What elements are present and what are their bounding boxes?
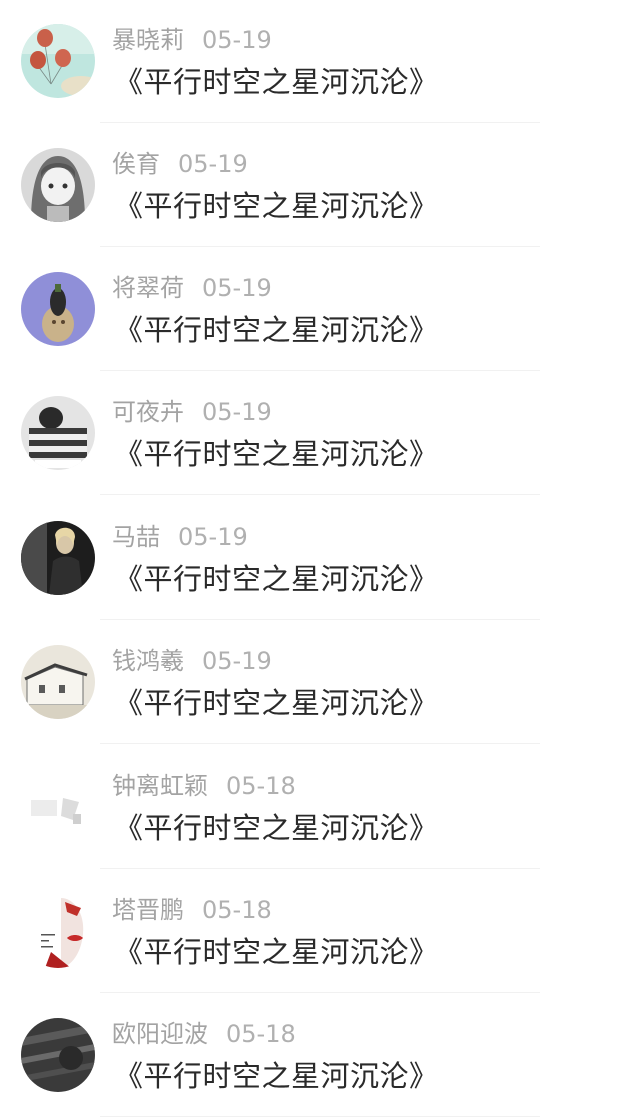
comment-title[interactable]: 《平行时空之星河沉沦》 xyxy=(114,559,439,599)
comment-meta: 欧阳迎波 05-18 xyxy=(112,1018,296,1050)
anime-girl-avatar-image xyxy=(21,148,95,222)
balloons-avatar-image xyxy=(21,24,95,98)
comment-date: 05-19 xyxy=(202,398,272,426)
comment-meta: 马喆 05-19 xyxy=(112,521,248,553)
comment-date: 05-19 xyxy=(178,150,248,178)
avatar[interactable] xyxy=(21,521,95,595)
divider xyxy=(100,122,540,123)
comment-date: 05-19 xyxy=(202,647,272,675)
red-lips-avatar-image xyxy=(21,894,95,968)
comment-title[interactable]: 《平行时空之星河沉沦》 xyxy=(114,310,439,350)
user-name[interactable]: 欧阳迎波 xyxy=(112,1018,208,1050)
comment-title[interactable]: 《平行时空之星河沉沦》 xyxy=(114,186,439,226)
comment-title[interactable]: 《平行时空之星河沉沦》 xyxy=(114,62,439,102)
user-name[interactable]: 俟育 xyxy=(112,148,160,180)
comment-date: 05-19 xyxy=(202,26,272,54)
eggplant-avatar-image xyxy=(21,272,95,346)
list-item[interactable]: 暴晓莉 05-19 《平行时空之星河沉沦》 xyxy=(0,0,640,124)
user-name[interactable]: 暴晓莉 xyxy=(112,24,184,56)
divider xyxy=(100,619,540,620)
comment-title[interactable]: 《平行时空之星河沉沦》 xyxy=(114,1056,439,1096)
user-name[interactable]: 可夜卉 xyxy=(112,396,184,428)
comment-meta: 暴晓莉 05-19 xyxy=(112,24,272,56)
list-item[interactable]: 马喆 05-19 《平行时空之星河沉沦》 xyxy=(0,497,640,621)
list-item[interactable]: 塔晋鹏 05-18 《平行时空之星河沉沦》 xyxy=(0,870,640,994)
avatar[interactable] xyxy=(21,894,95,968)
comment-title[interactable]: 《平行时空之星河沉沦》 xyxy=(114,683,439,723)
divider xyxy=(100,494,540,495)
avatar[interactable] xyxy=(21,24,95,98)
list-item[interactable]: 钟离虹颖 05-18 《平行时空之星河沉沦》 xyxy=(0,746,640,870)
dark-texture-avatar-image xyxy=(21,1018,95,1092)
comment-meta: 钱鸿羲 05-19 xyxy=(112,645,272,677)
comment-date: 05-18 xyxy=(202,896,272,924)
comment-title[interactable]: 《平行时空之星河沉沦》 xyxy=(114,932,439,972)
list-item[interactable]: 钱鸿羲 05-19 《平行时空之星河沉沦》 xyxy=(0,621,640,745)
list-item[interactable]: 将翠荷 05-19 《平行时空之星河沉沦》 xyxy=(0,248,640,372)
comment-meta: 可夜卉 05-19 xyxy=(112,396,272,428)
divider xyxy=(100,743,540,744)
comment-title[interactable]: 《平行时空之星河沉沦》 xyxy=(114,808,439,848)
comment-date: 05-18 xyxy=(226,772,296,800)
avatar[interactable] xyxy=(21,645,95,719)
list-item[interactable]: 欧阳迎波 05-18 《平行时空之星河沉沦》 xyxy=(0,994,640,1118)
dark-portrait-avatar-image xyxy=(21,521,95,595)
avatar[interactable] xyxy=(21,1018,95,1092)
comment-date: 05-18 xyxy=(226,1020,296,1048)
comment-meta: 俟育 05-19 xyxy=(112,148,248,180)
user-name[interactable]: 将翠荷 xyxy=(112,272,184,304)
comment-meta: 将翠荷 05-19 xyxy=(112,272,272,304)
light-abstract-avatar-image xyxy=(21,770,95,844)
comment-date: 05-19 xyxy=(178,523,248,551)
user-name[interactable]: 塔晋鹏 xyxy=(112,894,184,926)
avatar[interactable] xyxy=(21,272,95,346)
list-item[interactable]: 俟育 05-19 《平行时空之星河沉沦》 xyxy=(0,124,640,248)
user-name[interactable]: 钟离虹颖 xyxy=(112,770,208,802)
comment-title[interactable]: 《平行时空之星河沉沦》 xyxy=(114,434,439,474)
building-avatar-image xyxy=(21,645,95,719)
comment-meta: 塔晋鹏 05-18 xyxy=(112,894,272,926)
comment-list: 暴晓莉 05-19 《平行时空之星河沉沦》 俟育 05-19 《平行时空之星河沉沦》 xyxy=(0,0,640,1117)
divider xyxy=(100,868,540,869)
divider xyxy=(100,246,540,247)
comment-date: 05-19 xyxy=(202,274,272,302)
striped-sweater-avatar-image xyxy=(21,396,95,470)
divider xyxy=(100,370,540,371)
avatar[interactable] xyxy=(21,148,95,222)
avatar[interactable] xyxy=(21,770,95,844)
user-name[interactable]: 钱鸿羲 xyxy=(112,645,184,677)
user-name[interactable]: 马喆 xyxy=(112,521,160,553)
divider xyxy=(100,992,540,993)
avatar[interactable] xyxy=(21,396,95,470)
list-item[interactable]: 可夜卉 05-19 《平行时空之星河沉沦》 xyxy=(0,372,640,496)
comment-meta: 钟离虹颖 05-18 xyxy=(112,770,296,802)
